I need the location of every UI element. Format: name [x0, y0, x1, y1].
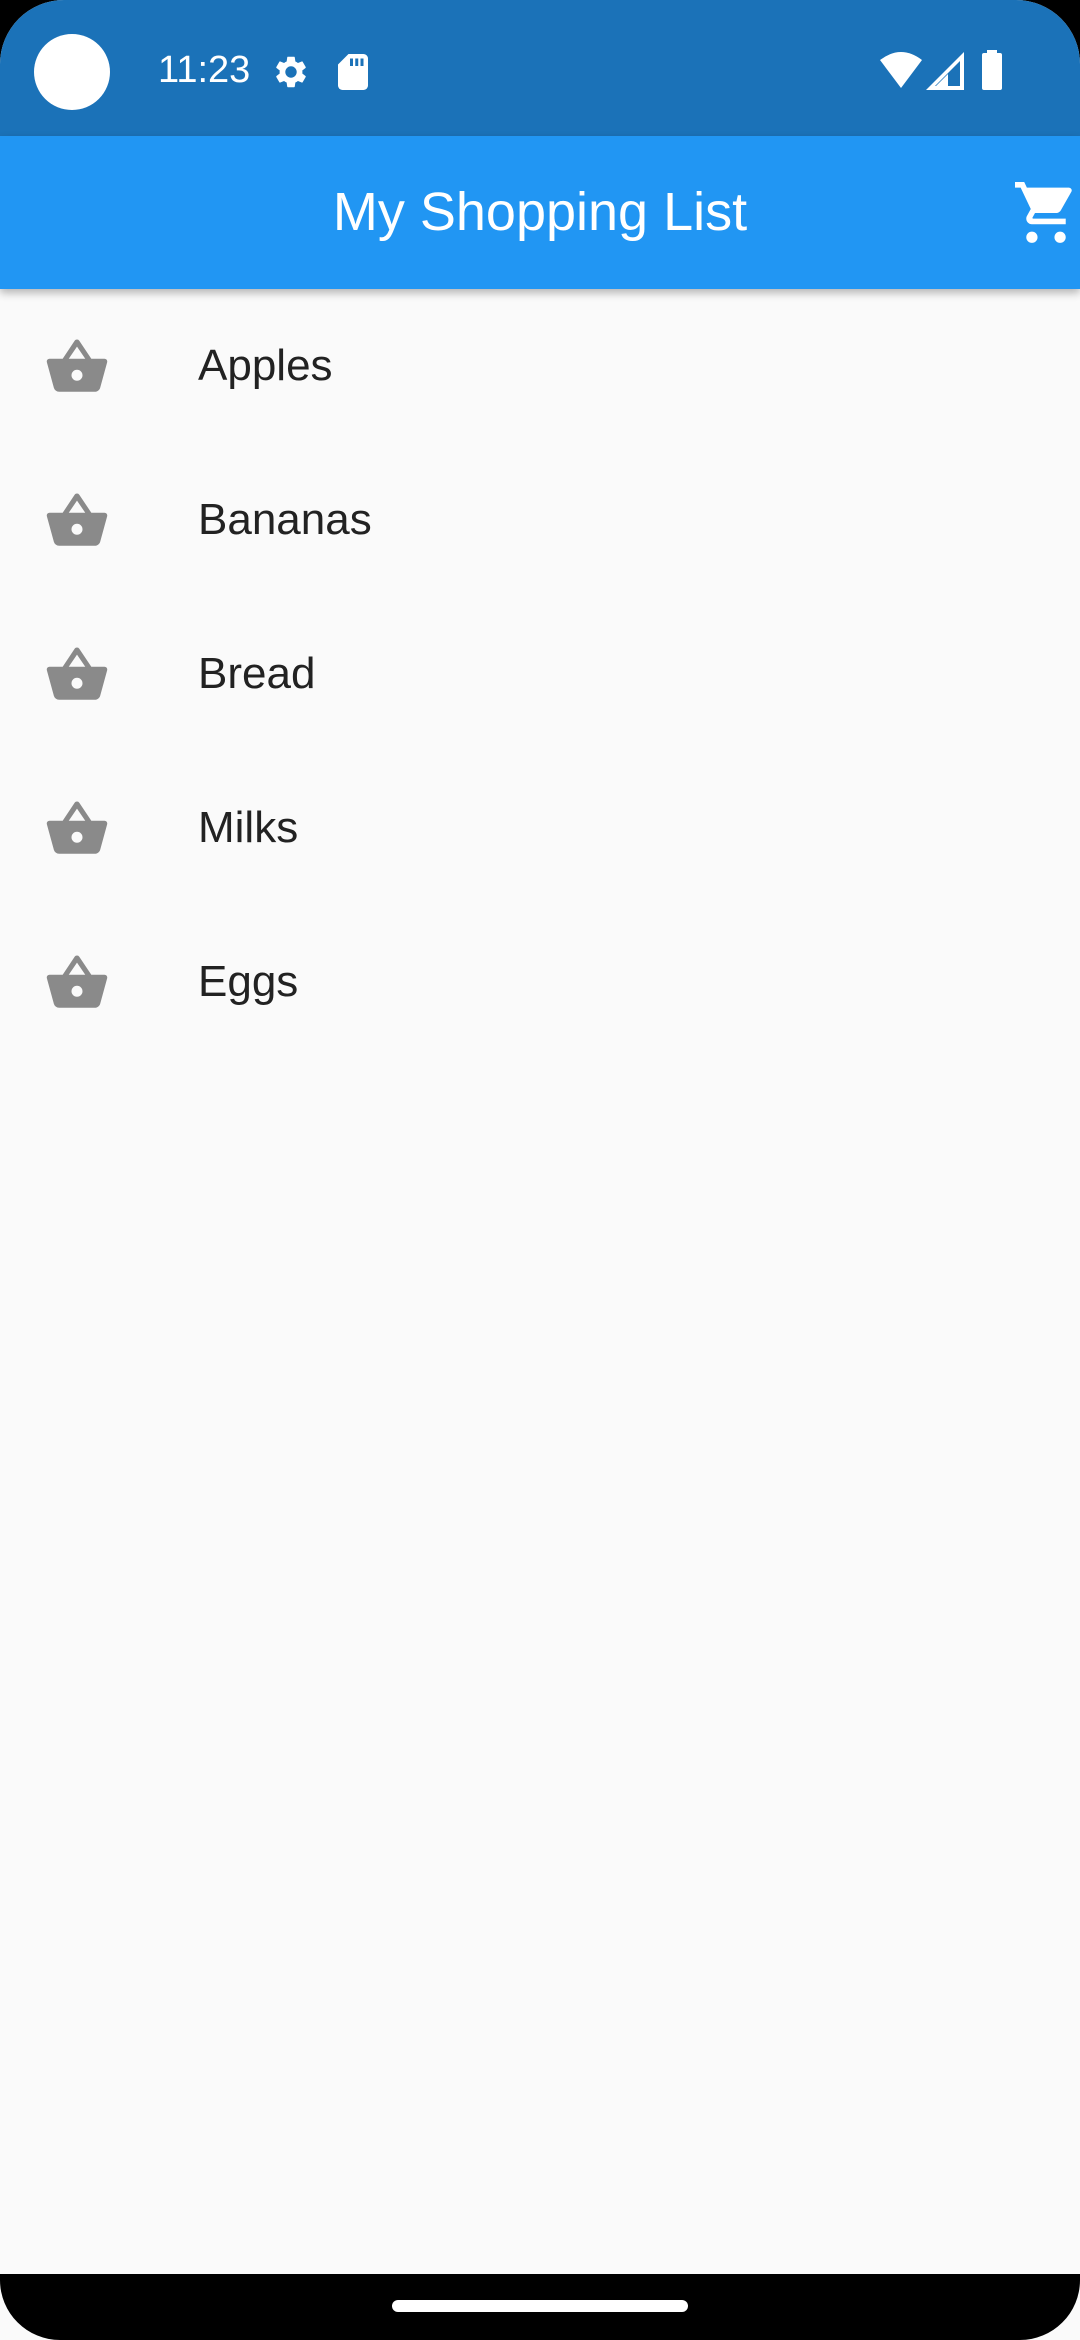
- settings-gear-icon: [276, 56, 306, 88]
- app-bar: My Shopping List: [0, 136, 1080, 289]
- shopping-basket-icon: [46, 493, 108, 546]
- list-item-label: Milks: [198, 803, 299, 852]
- status-bar: 11:23: [0, 0, 1080, 136]
- shopping-list: Apples Bananas Bread Milks Eggs: [0, 289, 1080, 1059]
- list-item-bread[interactable]: Bread: [0, 597, 1080, 751]
- list-item-label: Bananas: [198, 495, 372, 544]
- phone-screen: 11:23 My Shopping List Apples Bananas Br…: [0, 0, 1080, 2340]
- app-title: My Shopping List: [332, 182, 748, 242]
- list-item-apples[interactable]: Apples: [0, 289, 1080, 443]
- shopping-basket-icon: [46, 955, 108, 1008]
- shopping-basket-icon: [46, 339, 108, 392]
- status-time: 11:23: [158, 49, 251, 91]
- shopping-cart-icon[interactable]: [1012, 182, 1080, 244]
- list-item-label: Apples: [198, 341, 333, 390]
- home-indicator[interactable]: [392, 2300, 688, 2312]
- wifi-icon: [880, 52, 922, 88]
- camera-cutout: [34, 34, 110, 110]
- sd-card-icon: [338, 54, 368, 90]
- list-item-milks[interactable]: Milks: [0, 751, 1080, 905]
- list-item-label: Eggs: [198, 957, 299, 1006]
- cell-signal-icon: [926, 52, 964, 90]
- shopping-basket-icon: [46, 647, 108, 700]
- battery-icon: [982, 50, 1002, 90]
- list-item-eggs[interactable]: Eggs: [0, 905, 1080, 1059]
- list-item-label: Bread: [198, 649, 316, 698]
- list-item-bananas[interactable]: Bananas: [0, 443, 1080, 597]
- shopping-basket-icon: [46, 801, 108, 854]
